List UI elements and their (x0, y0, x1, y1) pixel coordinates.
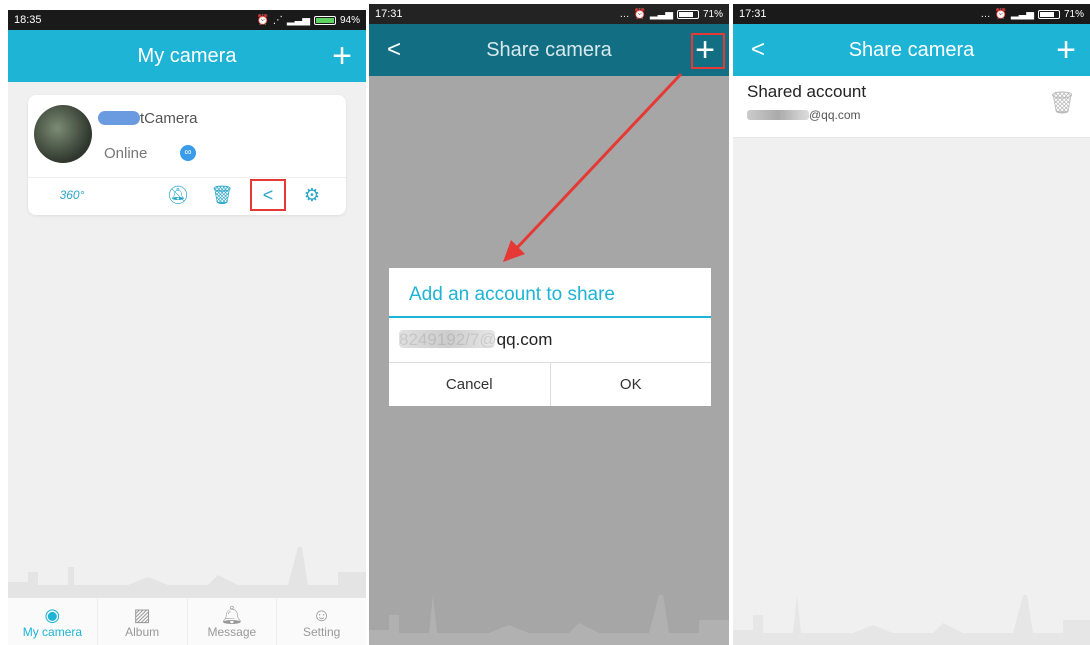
wifi-icon: ⋰ (272, 14, 283, 26)
tab-label: Album (125, 624, 160, 639)
bottom-tab-bar: ◉ My camera ▨ Album 🔔︎ Message ☺ Setting (8, 597, 366, 645)
status-icons: ⏰ ⋰ ▂▃▅ 94% (256, 15, 360, 26)
title-bar: My camera + (8, 30, 366, 82)
phone-screen-my-camera: 18:35 ⏰ ⋰ ▂▃▅ 94% My camera + tCamera On… (8, 10, 366, 645)
add-share-button[interactable]: + (1056, 30, 1076, 70)
city-skyline-decoration (369, 595, 729, 645)
gear-icon[interactable]: ⚙︎ (298, 181, 326, 209)
link-icon: ∞ (180, 145, 196, 161)
page-title: Share camera (848, 38, 975, 61)
tab-label: Message (207, 624, 257, 639)
city-skyline-decoration (733, 595, 1090, 645)
alarm-icon: ⏰ (994, 8, 1007, 20)
camera-actions: 360 ° 🔕︎ 🗑︎ < ⚙︎ (28, 179, 346, 211)
view-360-button[interactable]: 360 ° (52, 181, 92, 209)
camera-name: tCamera (140, 110, 198, 127)
status-bar: 17:31 … ⏰ ▂▃▅ 71% (733, 4, 1090, 24)
share-dialog: Add an account to share Cancel OK (389, 268, 711, 406)
battery-level: 94% (339, 14, 360, 26)
tab-message[interactable]: 🔔︎ Message (188, 598, 278, 645)
share-icon[interactable]: < (250, 179, 286, 211)
person-icon: ☺ (312, 604, 331, 625)
signal-icon: ▂▃▅ (1010, 8, 1034, 20)
tab-label: My camera (22, 624, 83, 639)
camera-card[interactable]: tCamera Online ∞ 360 ° 🔕︎ 🗑︎ < ⚙︎ (28, 95, 346, 215)
camera-thumbnail[interactable] (34, 105, 92, 163)
battery-icon (313, 15, 336, 25)
page-title: My camera (137, 44, 237, 67)
signal-icon: ▂▃▅ (286, 14, 310, 26)
dialog-title-divider (389, 316, 711, 318)
camera-status: Online (104, 145, 148, 162)
redaction-blur (747, 110, 809, 120)
more-icon: … (980, 8, 991, 20)
status-icons: … ⏰ ▂▃▅ 71% (980, 9, 1084, 20)
add-camera-button[interactable]: + (332, 36, 352, 76)
status-time: 17:31 (739, 8, 767, 20)
dialog-title: Add an account to share (409, 284, 615, 305)
card-divider (28, 177, 346, 178)
status-bar: 18:35 ⏰ ⋰ ▂▃▅ 94% (8, 10, 366, 30)
city-skyline-decoration (8, 547, 366, 597)
phone-screen-share-dialog: 17:31 … ⏰ ▂▃▅ 71% < Share camera + Add a… (369, 4, 729, 645)
title-bar: < Share camera + (733, 24, 1090, 76)
camera-icon: ◉ (44, 604, 61, 625)
battery-icon (1037, 9, 1060, 19)
trash-icon[interactable]: 🗑︎ (1048, 90, 1076, 116)
tab-my-camera[interactable]: ◉ My camera (8, 598, 98, 645)
cancel-button[interactable]: Cancel (389, 363, 550, 406)
phone-screen-shared-accounts: 17:31 … ⏰ ▂▃▅ 71% < Share camera + Share… (733, 4, 1090, 645)
alarm-icon: ⏰ (256, 14, 269, 26)
shared-account-row[interactable]: Shared account @qq.com 🗑︎ (733, 76, 1090, 138)
bell-icon: 🔔︎ (220, 604, 244, 625)
tab-label: Setting (302, 624, 341, 639)
dialog-buttons: Cancel OK (389, 362, 711, 406)
bell-off-icon[interactable]: 🔕︎ (164, 181, 192, 209)
tab-setting[interactable]: ☺ Setting (277, 598, 366, 645)
trash-icon[interactable]: 🗑︎ (208, 181, 236, 209)
shared-account-email: @qq.com (809, 108, 861, 122)
redacted-name (98, 111, 140, 125)
battery-level: 71% (1063, 8, 1084, 20)
redaction-blur (399, 330, 495, 348)
shared-account-title: Shared account (747, 82, 867, 101)
back-button[interactable]: < (751, 36, 765, 64)
tab-album[interactable]: ▨ Album (98, 598, 188, 645)
ok-button[interactable]: OK (549, 363, 712, 406)
image-icon: ▨ (133, 604, 151, 625)
status-time: 18:35 (14, 14, 42, 26)
